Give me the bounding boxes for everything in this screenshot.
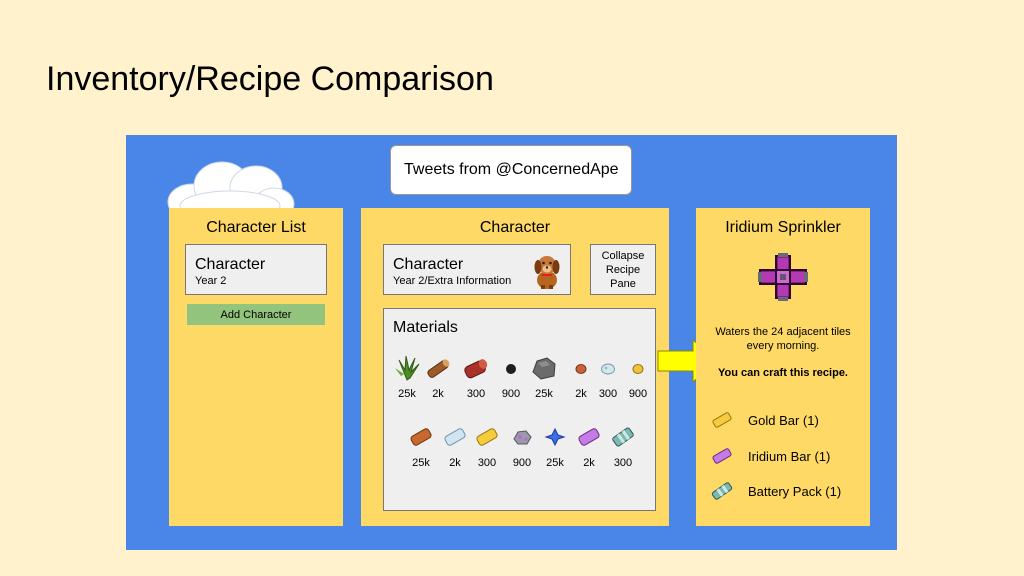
- wood-icon: [427, 359, 450, 378]
- iridium-ore-icon: [513, 430, 532, 445]
- material-iron-ore[interactable]: 300: [592, 354, 624, 400]
- material-battery-pack[interactable]: 300: [607, 423, 639, 469]
- tweets-button[interactable]: Tweets from @ConcernedApe: [390, 145, 632, 195]
- material-qty: 300: [598, 388, 618, 400]
- material-iridium-ore[interactable]: 900: [506, 423, 538, 469]
- add-character-button[interactable]: Add Character: [187, 304, 325, 325]
- material-stone[interactable]: 25k: [528, 354, 560, 400]
- refined-quartz-icon: [544, 427, 566, 447]
- hardwood-icon: [464, 359, 488, 379]
- ingredient-battery-pack: Battery Pack (1): [710, 480, 841, 502]
- material-fiber[interactable]: 25k: [391, 354, 423, 400]
- character-list-card[interactable]: Character Year 2: [185, 244, 327, 295]
- ingredient-label: Iridium Bar (1): [748, 448, 831, 464]
- collapse-label-line3: Pane: [610, 277, 636, 290]
- recipe-panel: Iridium Sprinkler Waters the 24 adjacent…: [696, 208, 870, 526]
- gold-bar-icon: [712, 412, 732, 428]
- slide-title: Inventory/Recipe Comparison: [46, 60, 494, 98]
- material-qty: 300: [613, 457, 633, 469]
- material-coal[interactable]: 900: [495, 354, 527, 400]
- stone-icon: [532, 357, 556, 380]
- character-detail-info: Year 2/Extra Information: [393, 275, 512, 287]
- material-gold-ore[interactable]: 900: [622, 354, 654, 400]
- material-qty: 300: [466, 388, 486, 400]
- ingredient-iridium-bar: Iridium Bar (1): [710, 445, 830, 467]
- material-iridium-bar[interactable]: 2k: [573, 423, 605, 469]
- ingredient-label: Battery Pack (1): [748, 483, 842, 499]
- character-name: Character: [195, 256, 266, 273]
- recipe-title: Iridium Sprinkler: [725, 219, 841, 236]
- material-wood[interactable]: 2k: [422, 354, 454, 400]
- battery-pack-icon: [612, 427, 634, 447]
- dog-icon: [534, 256, 560, 289]
- fiber-icon: [395, 355, 420, 381]
- material-qty: 25k: [546, 457, 564, 469]
- character-detail-name: Character: [393, 256, 464, 273]
- material-qty: 900: [628, 388, 648, 400]
- coal-icon: [506, 364, 516, 374]
- iridium-bar-icon: [578, 428, 600, 446]
- collapse-recipe-pane-button[interactable]: Collapse Recipe Pane: [590, 244, 656, 295]
- copper-ore-icon: [575, 364, 587, 374]
- craftable-status: You can craft this recipe.: [717, 367, 848, 379]
- material-iron-bar[interactable]: 2k: [439, 423, 471, 469]
- collapse-label-line1: Collapse: [601, 249, 645, 262]
- character-year: Year 2: [195, 275, 227, 287]
- collapse-label-line2: Recipe: [605, 263, 641, 276]
- material-qty: 25k: [398, 388, 416, 400]
- materials-title: Materials: [393, 319, 458, 336]
- iridium-sprinkler-icon: [758, 253, 808, 301]
- iron-ore-icon: [601, 363, 615, 375]
- character-list-panel: Character List Character Year 2 Add Char…: [169, 208, 343, 526]
- iron-bar-icon: [444, 428, 466, 446]
- material-qty: 2k: [449, 457, 461, 469]
- material-qty: 2k: [583, 457, 595, 469]
- material-qty: 25k: [412, 457, 430, 469]
- material-qty: 300: [477, 457, 497, 469]
- material-qty: 2k: [432, 388, 444, 400]
- character-panel: Character Character Year 2/Extra Informa…: [361, 208, 669, 526]
- iridium-bar-icon: [712, 448, 732, 464]
- ingredient-label: Gold Bar (1): [748, 412, 819, 428]
- character-panel-title: Character: [479, 219, 551, 236]
- material-qty: 900: [501, 388, 521, 400]
- battery-pack-icon: [711, 482, 733, 500]
- recipe-description: Waters the 24 adjacent tiles every morni…: [715, 326, 851, 352]
- material-qty: 900: [512, 457, 532, 469]
- character-list-title: Character List: [206, 219, 306, 236]
- ingredient-gold-bar: Gold Bar (1): [710, 409, 819, 431]
- material-gold-bar[interactable]: 300: [471, 423, 503, 469]
- material-hardwood[interactable]: 300: [460, 354, 492, 400]
- gold-ore-icon: [632, 364, 644, 374]
- copper-bar-icon: [410, 428, 432, 446]
- materials-box: Materials 25k 2k 300 900 25k 2k 300 900 …: [383, 308, 656, 511]
- character-detail-card[interactable]: Character Year 2/Extra Information: [383, 244, 571, 295]
- material-refined-quartz[interactable]: 25k: [539, 423, 571, 469]
- material-qty: 25k: [535, 388, 553, 400]
- gold-bar-icon: [476, 428, 498, 446]
- material-copper-bar[interactable]: 25k: [405, 423, 437, 469]
